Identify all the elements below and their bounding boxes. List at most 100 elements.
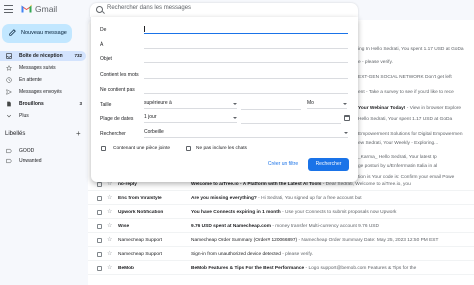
compose-button[interactable]: Nouveau message <box>2 24 72 43</box>
chevron-down-icon <box>344 132 348 134</box>
table-row[interactable]: ☆ Namecheap Support Namecheap Order Summ… <box>88 234 474 247</box>
star-icon[interactable]: ☆ <box>107 222 112 229</box>
email-subject: BeMob Features & Tips For the Best Perfo… <box>191 266 417 271</box>
calendar-icon[interactable] <box>344 115 350 121</box>
subject-field[interactable] <box>144 62 348 63</box>
advanced-search-panel: De À Objet Contient les mots Ne contient… <box>91 17 358 182</box>
email-sender: BeMob <box>118 266 134 271</box>
size-unit-select[interactable]: Mo <box>307 100 347 109</box>
email-snippet[interactable]: ew Sedrati, Your Weekly - Exploring... <box>358 141 438 146</box>
email-snippet[interactable]: ge posturi by u/Enferrmatin Italia in al <box>358 164 437 169</box>
table-row[interactable]: ☆ BeMob BeMob Features & Tips For the Be… <box>88 262 474 275</box>
label-icon <box>6 158 12 164</box>
sidebar-label-unwanted[interactable]: Unwanted <box>0 156 86 166</box>
exclude-chats-label: Ne pas inclure les chats <box>196 146 247 151</box>
has-words-field[interactable] <box>144 78 348 79</box>
inbox-icon <box>6 53 12 59</box>
sidebar-label-good[interactable]: GOOD <box>0 146 86 156</box>
search-in-select[interactable]: Corbeille <box>144 129 348 138</box>
has-words-label: Contient les mots <box>100 72 139 78</box>
row-checkbox[interactable] <box>97 182 102 187</box>
star-icon[interactable]: ☆ <box>107 264 112 271</box>
sidebar-item-label: Brouillons <box>19 101 44 107</box>
table-row[interactable]: ☆ Namecheap Support Sign-in from unautho… <box>88 248 474 261</box>
row-checkbox[interactable] <box>97 266 102 271</box>
sidebar-item-sent[interactable]: Messages envoyés <box>0 87 86 97</box>
clock-icon <box>6 77 12 83</box>
label-icon <box>6 148 12 154</box>
table-row[interactable]: ☆ Upwork Notification You have Connects … <box>88 206 474 219</box>
email-snippet[interactable]: ent - Take a survey to see if you'd like… <box>358 90 454 95</box>
chevron-down-icon <box>6 114 12 118</box>
to-field[interactable] <box>144 48 348 49</box>
sidebar-item-starred[interactable]: Messages suivis <box>0 63 86 73</box>
exclude-chats-checkbox[interactable] <box>186 146 191 151</box>
subject-label: Objet <box>100 56 112 62</box>
chevron-down-icon <box>233 117 237 119</box>
size-operator-select[interactable]: supérieure à <box>144 100 237 109</box>
search-icon[interactable] <box>96 6 103 13</box>
email-subject: 9.76 USD spent at Namecheap.com - money … <box>191 224 379 229</box>
date-range-label: Plage de dates <box>100 116 134 122</box>
add-label-icon[interactable]: + <box>76 129 81 138</box>
star-icon[interactable]: ☆ <box>107 208 112 215</box>
send-icon <box>6 89 12 95</box>
email-snippet[interactable]: Your Webinar Today! - View in browser Ex… <box>358 106 461 111</box>
email-sender: no-reply <box>118 182 137 187</box>
table-row[interactable]: ☆ Eric from Viralstyle Are you missing e… <box>88 192 474 205</box>
sidebar-item-drafts[interactable]: Brouillons 3 <box>0 99 86 109</box>
sidebar-item-snoozed[interactable]: En attente <box>0 75 86 85</box>
email-subject: Are you missing everything? - Hi Sedrati… <box>191 196 362 201</box>
compose-label: Nouveau message <box>21 30 67 36</box>
drafts-count: 3 <box>79 101 82 106</box>
text-caret <box>144 26 145 32</box>
sidebar-item-label: Unwanted <box>19 158 42 164</box>
chevron-down-icon <box>233 103 237 105</box>
inbox-count: 732 <box>74 53 82 58</box>
star-icon[interactable]: ☆ <box>107 236 112 243</box>
email-snippet[interactable]: Hello Sedrati, Your spent 1.17 USD at Go… <box>358 117 452 122</box>
draft-icon <box>7 101 11 107</box>
sidebar-item-label: Boîte de réception <box>19 53 63 59</box>
chevron-down-icon <box>343 103 347 105</box>
search-button[interactable]: Rechercher <box>308 158 349 171</box>
table-row[interactable]: ☆ Wise 9.76 USD spent at Namecheap.com -… <box>88 220 474 233</box>
from-field[interactable] <box>144 33 348 34</box>
email-snippet[interactable]: ing In Hello Sedrati, You spent 1.17 USD… <box>358 47 464 52</box>
menu-icon[interactable] <box>4 5 13 13</box>
row-checkbox[interactable] <box>97 210 102 215</box>
date-field[interactable] <box>241 123 341 124</box>
has-attachment-checkbox[interactable] <box>101 146 106 151</box>
doesnt-have-field[interactable] <box>144 93 348 94</box>
to-label: À <box>100 42 104 48</box>
row-checkbox[interactable] <box>97 196 102 201</box>
email-snippet[interactable]: _Karma_ Hello Sedrati, Your latest Ip <box>358 155 437 160</box>
email-sender: Namecheap Support <box>118 252 162 257</box>
email-sender: Eric from Viralstyle <box>118 196 162 201</box>
row-checkbox[interactable] <box>97 252 102 257</box>
email-snippet[interactable]: Empowerment Solutions for Digital Empowe… <box>358 132 463 137</box>
email-subject: You have Connects expiring in 1 month - … <box>191 210 397 215</box>
email-snippet[interactable]: e - please verify. <box>358 60 393 65</box>
search-bar[interactable]: Rechercher dans les messages <box>90 3 358 17</box>
gmail-logo-icon <box>21 4 32 13</box>
email-sender: Upwork Notification <box>118 210 164 215</box>
has-attachment-label: Contenant une pièce jointe <box>113 146 171 151</box>
sidebar-item-label: Plus <box>19 113 29 119</box>
date-range-select[interactable]: 1 jour <box>144 114 237 123</box>
row-checkbox[interactable] <box>97 224 102 229</box>
sidebar-item-more[interactable]: Plus <box>0 111 86 121</box>
star-icon[interactable]: ☆ <box>107 194 112 201</box>
size-value-field[interactable] <box>241 109 301 110</box>
labels-title: Libellés <box>5 131 26 137</box>
star-icon[interactable]: ☆ <box>107 250 112 257</box>
search-input[interactable]: Rechercher dans les messages <box>107 5 191 11</box>
from-label: De <box>100 27 107 33</box>
create-filter-button[interactable]: Créer un filtre <box>263 158 303 171</box>
row-checkbox[interactable] <box>97 238 102 243</box>
search-in-label: Rechercher <box>100 131 126 137</box>
pencil-icon <box>9 29 16 36</box>
email-snippet[interactable]: EXT-GEN SOCIAL NETWORK Don't get left <box>358 75 452 80</box>
sidebar-item-inbox[interactable]: Boîte de réception 732 <box>0 51 86 61</box>
sidebar-item-label: Messages suivis <box>19 65 56 71</box>
